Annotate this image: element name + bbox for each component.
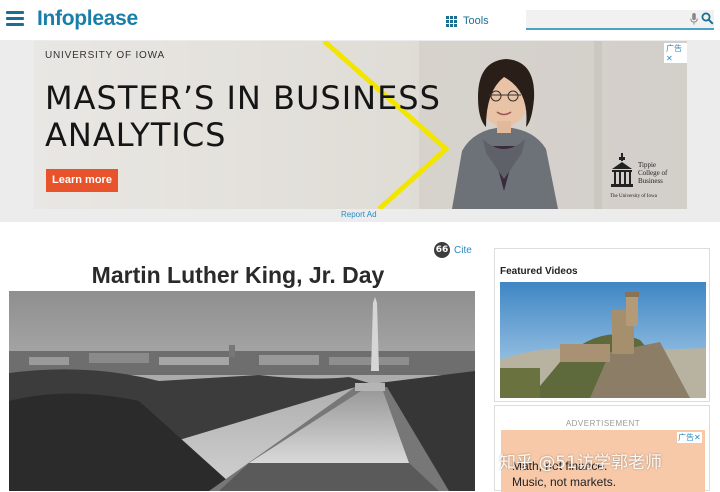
tippie-subtitle: The University of Iowa	[610, 194, 657, 199]
building-icon	[611, 153, 633, 187]
tools-label: Tools	[463, 15, 489, 27]
march-on-washington-photo	[9, 291, 475, 491]
tippie-brand-text: Tippie College of Business	[638, 161, 667, 185]
tippie-logo: Tippie College of Business The Universit…	[610, 153, 680, 203]
cite-label: Cite	[454, 244, 472, 256]
learn-more-button[interactable]: Learn more	[46, 169, 118, 192]
featured-videos-title: Featured Videos	[500, 266, 578, 277]
advertisement-label: ADVERTISEMENT	[565, 419, 641, 428]
report-ad-link[interactable]: Report Ad	[341, 210, 377, 219]
top-navigation-bar: Infoplease Tools	[0, 0, 720, 40]
menu-icon[interactable]	[6, 11, 24, 27]
brand-line: Business	[638, 177, 663, 185]
brand-line: Tippie	[638, 161, 657, 169]
ad-university-name: UNIVERSITY OF IOWA	[45, 50, 165, 61]
ad-headline-line: MASTER’S IN BUSINESS	[45, 79, 441, 117]
ad-choices-badge[interactable]: 广告✕	[677, 432, 702, 443]
quote-icon: 66	[434, 242, 450, 258]
microphone-icon[interactable]	[690, 13, 698, 25]
ad-headline: MASTER’S IN BUSINESS ANALYTICS	[45, 80, 441, 154]
tools-menu[interactable]: Tools	[446, 13, 489, 29]
brand-line: College of	[638, 169, 668, 177]
university-ad-banner[interactable]: UNIVERSITY OF IOWA MASTER’S IN BUSINESS …	[34, 41, 687, 209]
grid-icon	[446, 15, 457, 27]
site-logo[interactable]: Infoplease	[37, 7, 138, 31]
ad-choices-badge[interactable]: 广告✕	[664, 43, 687, 63]
page-title: Martin Luther King, Jr. Day	[91, 262, 385, 288]
cite-button[interactable]: 66 Cite	[434, 242, 472, 258]
top-ad-area: UNIVERSITY OF IOWA MASTER’S IN BUSINESS …	[0, 40, 720, 222]
ad-text-line: Music, not markets.	[512, 475, 617, 489]
featured-videos-panel: Featured Videos	[494, 248, 710, 402]
watermark-overlay: 知乎 @51访学郭老师	[499, 453, 663, 473]
search-bar	[526, 10, 714, 30]
featured-video-thumbnail[interactable]	[500, 282, 706, 398]
search-input[interactable]	[526, 10, 686, 28]
search-icon[interactable]	[701, 12, 714, 25]
ad-headline-line: ANALYTICS	[45, 116, 227, 154]
